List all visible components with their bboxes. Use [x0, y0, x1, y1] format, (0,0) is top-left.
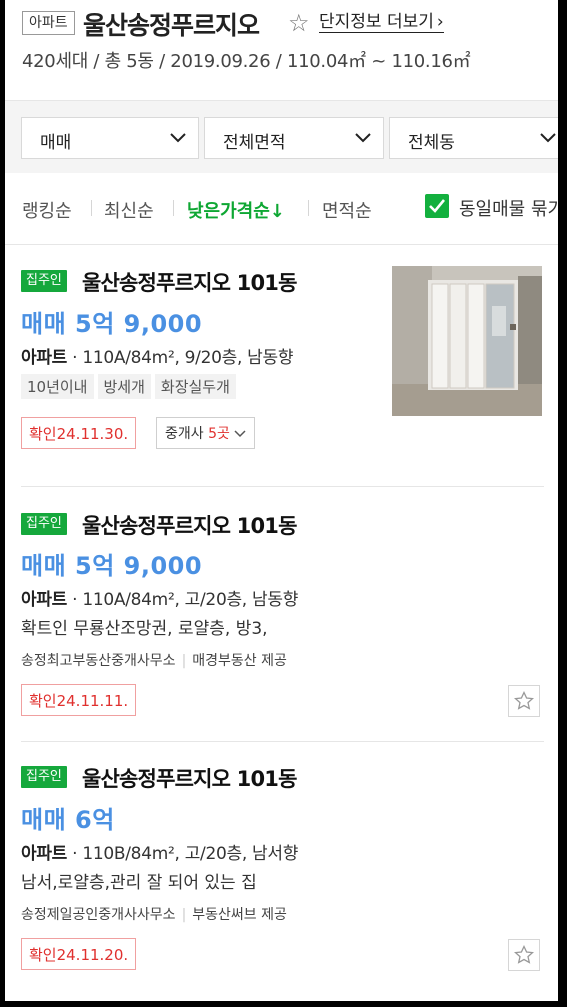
listing-photo[interactable] — [392, 266, 542, 416]
star-icon — [514, 691, 534, 710]
agency-name: 송정최고부동산중개사무소 — [21, 653, 176, 669]
agency-provider: 부동산써브 제공 — [192, 907, 287, 923]
complex-detail-link[interactable]: 단지정보 더보기 › — [319, 12, 444, 33]
chevron-down-icon — [170, 133, 186, 143]
complex-title: 울산송정푸르지오 — [83, 11, 260, 40]
listing-tag: 방세개 — [97, 374, 151, 399]
sort-lowest-price[interactable]: 낮은가격순↓ — [187, 197, 285, 223]
agency-separator: | — [181, 907, 187, 923]
favorite-button[interactable] — [508, 685, 540, 717]
listing-description: 남서,로얄층,관리 잘 되어 있는 집 — [21, 873, 257, 893]
chevron-down-icon — [540, 133, 556, 143]
listing-spec: 아파트 · 110B/84m², 고/20층, 남서향 — [21, 844, 299, 864]
listing-type: 아파트 — [21, 844, 68, 864]
chevron-right-icon: › — [436, 12, 444, 32]
sort-divider — [91, 200, 92, 216]
confirm-date-badge: 확인24.11.11. — [21, 684, 137, 716]
filter-bar: 매매 전체면적 전체동 — [5, 101, 558, 173]
owner-badge: 집주인 — [21, 766, 67, 788]
owner-badge: 집주인 — [21, 513, 67, 535]
star-icon — [514, 945, 534, 964]
listing-price: 매매 6억 — [21, 806, 115, 834]
listing-tag: 10년이내 — [21, 374, 94, 399]
listing-type: 아파트 — [21, 590, 68, 610]
building-select[interactable]: 전체동 — [389, 117, 558, 159]
listing-price: 매매 5억 9,000 — [21, 310, 203, 338]
listing-title: 울산송정푸르지오 101동 — [82, 767, 297, 791]
group-same-label[interactable]: 동일매물 묶기 — [459, 195, 558, 221]
area-select[interactable]: 전체면적 — [204, 117, 384, 159]
trade-type-select[interactable]: 매매 — [21, 117, 199, 159]
listing-spec-detail: 110A/84m², 9/20층, 남동향 — [82, 348, 294, 368]
sort-divider — [173, 200, 174, 216]
listing-divider — [21, 486, 544, 487]
chevron-down-icon — [234, 430, 246, 438]
property-type-badge: 아파트 — [22, 11, 75, 35]
area-value: 전체면적 — [223, 133, 286, 153]
sort-area[interactable]: 면적순 — [322, 197, 372, 223]
sort-ranking[interactable]: 랭킹순 — [22, 197, 72, 223]
sort-bar: 랭킹순 최신순 낮은가격순↓ 면적순 동일매물 묶기 — [5, 174, 558, 245]
building-value: 전체동 — [408, 133, 455, 153]
listing-description: 확트인 무룡산조망권, 로얄층, 방3, — [21, 619, 268, 639]
listing-spec-detail: 110A/84m², 고/20층, 남동향 — [82, 590, 299, 610]
agency-separator: | — [181, 653, 187, 669]
sort-divider — [308, 200, 309, 216]
complex-summary: 420세대 / 총 5동 / 2019.09.26 / 110.04㎡ ~ 11… — [22, 51, 471, 72]
owner-badge: 집주인 — [21, 270, 67, 292]
listing-title: 울산송정푸르지오 101동 — [82, 514, 297, 538]
sort-latest[interactable]: 최신순 — [104, 197, 154, 223]
favorite-star-icon[interactable]: ☆ — [288, 9, 310, 37]
wardrobe-photo-image — [392, 266, 542, 416]
favorite-button[interactable] — [508, 939, 540, 971]
agency-name: 송정제일공인중개사사무소 — [21, 907, 176, 923]
trade-type-value: 매매 — [40, 133, 72, 153]
listing-spec: 아파트 · 110A/84m², 고/20층, 남동향 — [21, 590, 299, 610]
group-same-checkbox[interactable] — [425, 194, 449, 218]
checkmark-icon — [429, 199, 445, 213]
complex-detail-label: 단지정보 더보기 — [319, 12, 434, 32]
listing-screen: 아파트 울산송정푸르지오 ☆ 단지정보 더보기 › 420세대 / 총 5동 / … — [5, 0, 558, 1001]
complex-header: 아파트 울산송정푸르지오 ☆ 단지정보 더보기 › 420세대 / 총 5동 / … — [5, 0, 558, 101]
confirm-date-badge: 확인24.11.30. — [21, 417, 137, 449]
listing-tag: 화장실두개 — [154, 374, 236, 399]
listing-divider — [21, 741, 544, 742]
listing-price: 매매 5억 9,000 — [21, 552, 203, 580]
broker-label: 중개사 — [165, 426, 204, 442]
broker-count: 5곳 — [208, 426, 230, 442]
listing-spec: 아파트 · 110A/84m², 9/20층, 남동향 — [21, 348, 294, 368]
chevron-down-icon — [355, 133, 371, 143]
listing-tags: 10년이내 방세개 화장실두개 — [21, 374, 240, 399]
listing-agency: 송정제일공인중개사사무소 | 부동산써브 제공 — [21, 904, 287, 924]
confirm-date-badge: 확인24.11.20. — [21, 938, 137, 970]
listing-agency: 송정최고부동산중개사무소 | 매경부동산 제공 — [21, 650, 287, 670]
listing-type: 아파트 — [21, 348, 68, 368]
agency-provider: 매경부동산 제공 — [192, 653, 287, 669]
listing-spec-detail: 110B/84m², 고/20층, 남서향 — [82, 844, 299, 864]
listing-title: 울산송정푸르지오 101동 — [82, 271, 297, 295]
broker-count-button[interactable]: 중개사 5곳 — [156, 417, 256, 449]
